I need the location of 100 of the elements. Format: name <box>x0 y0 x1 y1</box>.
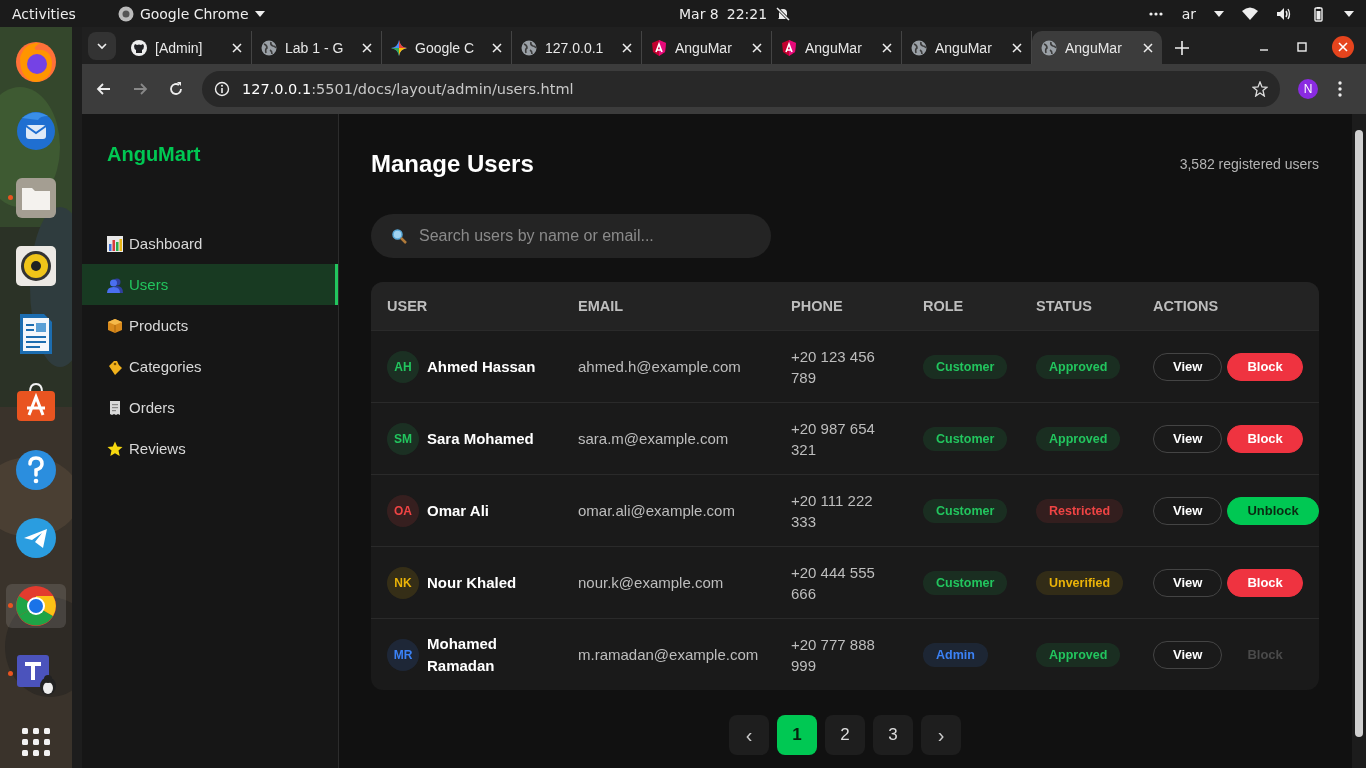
user-email: ahmed.h@example.com <box>578 358 742 375</box>
team-chat-icon[interactable] <box>14 652 58 696</box>
role-badge: Customer <box>923 570 1008 595</box>
close-icon[interactable] <box>362 42 372 53</box>
sidebar-label: Orders <box>129 399 175 416</box>
role-badge: Customer <box>923 498 1008 523</box>
column-header: STATUS <box>1036 298 1093 314</box>
close-icon[interactable] <box>1012 42 1022 53</box>
user-avatar: AH <box>387 350 419 383</box>
page-button[interactable]: 1 <box>777 715 817 755</box>
globe-icon <box>911 39 927 56</box>
status-badge: Approved <box>1036 354 1121 379</box>
role-badge: Customer <box>923 354 1008 379</box>
user-phone: +20 777 888 999 <box>791 634 876 676</box>
clock-label[interactable]: 22:21 <box>726 5 768 22</box>
star-icon[interactable] <box>1252 81 1268 97</box>
tab-title: Google C <box>415 39 476 56</box>
page-button[interactable]: 3 <box>873 715 913 755</box>
block-button[interactable]: Block <box>1227 424 1303 453</box>
sidebar-label: Categories <box>129 358 202 375</box>
shield-icon <box>651 39 667 56</box>
tab-title: AnguMar <box>1065 39 1123 56</box>
activities-button[interactable]: Activities <box>12 5 76 22</box>
user-name: Sara Mohamed <box>427 428 534 449</box>
shield-icon <box>781 39 797 56</box>
caret-icon[interactable] <box>1344 10 1354 17</box>
tab-search-button[interactable] <box>88 32 116 60</box>
sidebar-item[interactable]: Products <box>82 305 338 346</box>
maximize-icon[interactable] <box>1294 39 1310 55</box>
search-field[interactable]: Search users by name or email... <box>371 214 771 258</box>
user-email: omar.ali@example.com <box>578 502 736 519</box>
status-badge: Approved <box>1036 642 1121 667</box>
user-phone: +20 111 222 333 <box>791 490 874 532</box>
speaker-icon[interactable] <box>14 244 58 288</box>
date-label[interactable]: Mar 8 <box>679 5 719 22</box>
close-icon[interactable] <box>1143 42 1153 53</box>
firefox-icon[interactable] <box>14 40 58 84</box>
paper-plane-icon[interactable] <box>14 516 58 560</box>
previous-page-button[interactable]: ‹ <box>729 715 769 755</box>
search-icon <box>391 228 407 244</box>
status-badge: Approved <box>1036 426 1121 451</box>
input-source[interactable]: ar <box>1181 5 1196 22</box>
user-email: m.ramadan@example.com <box>578 646 760 663</box>
caret-icon <box>1214 10 1224 17</box>
close-icon[interactable] <box>622 42 632 53</box>
column-header: EMAIL <box>578 298 625 314</box>
new-tab-icon[interactable] <box>1174 40 1190 56</box>
user-name: Mohamed Ramadan <box>427 633 498 676</box>
star-icon <box>107 440 123 457</box>
shopping-bag-icon[interactable] <box>14 380 58 424</box>
globe-icon <box>521 39 537 56</box>
sidebar-item[interactable]: Categories <box>82 346 338 387</box>
globe-icon <box>1041 39 1057 56</box>
tab-title: AnguMar <box>675 39 733 56</box>
user-email: sara.m@example.com <box>578 430 730 447</box>
close-icon[interactable] <box>232 42 242 53</box>
globe-icon <box>261 39 277 56</box>
tab-title: 127.0.0.1 <box>545 39 605 56</box>
tab-title: AnguMar <box>935 39 993 56</box>
sidebar-item[interactable]: Dashboard <box>82 223 338 264</box>
receipt-icon <box>107 399 123 416</box>
sidebar-item[interactable]: Users <box>82 264 338 305</box>
browser-tab[interactable]: AnguMar <box>1032 31 1162 64</box>
chrome-icon[interactable] <box>14 584 58 628</box>
bell-off-icon <box>775 5 792 22</box>
close-icon[interactable] <box>882 42 892 53</box>
info-icon[interactable] <box>214 81 230 97</box>
sidebar-item[interactable]: Reviews <box>82 428 338 469</box>
help-icon[interactable] <box>14 448 58 492</box>
package-icon <box>107 317 123 334</box>
status-badge: Unverified <box>1036 570 1124 595</box>
chrome-icon <box>117 5 134 22</box>
app-menu[interactable]: Google Chrome <box>139 5 249 22</box>
address-bar[interactable]: 127.0.0.1:5501/docs/layout/admin/users.html <box>202 71 1280 107</box>
sidebar-item[interactable]: Orders <box>82 387 338 428</box>
sidebar-label: Reviews <box>129 440 186 457</box>
brand-logo[interactable]: AnguMart <box>82 114 338 181</box>
block-button[interactable]: Block <box>1227 568 1303 597</box>
status-badge: Restricted <box>1036 498 1124 523</box>
block-button[interactable]: Block <box>1227 352 1303 381</box>
tab-title: AnguMar <box>805 39 863 56</box>
column-header: USER <box>387 298 429 314</box>
user-phone: +20 987 654 321 <box>791 418 876 460</box>
page-button[interactable]: 2 <box>825 715 865 755</box>
profile-avatar[interactable]: N <box>1298 79 1318 99</box>
user-name: Nour Khaled <box>427 572 517 593</box>
unblock-button[interactable]: Unblock <box>1227 496 1319 525</box>
close-icon[interactable] <box>1332 36 1354 58</box>
scrollbar[interactable] <box>1352 114 1366 768</box>
chevron-down-icon <box>97 41 107 51</box>
close-icon[interactable] <box>752 42 762 53</box>
tag-icon <box>107 358 123 375</box>
cat-logo-icon <box>131 39 147 56</box>
wifi-icon[interactable] <box>1242 5 1258 22</box>
tab-title: [Admin] <box>155 39 204 56</box>
folder-icon[interactable] <box>14 176 58 220</box>
people-icon <box>107 276 123 293</box>
user-avatar: SM <box>387 422 419 455</box>
close-icon[interactable] <box>492 42 502 53</box>
next-page-button[interactable]: › <box>921 715 961 755</box>
